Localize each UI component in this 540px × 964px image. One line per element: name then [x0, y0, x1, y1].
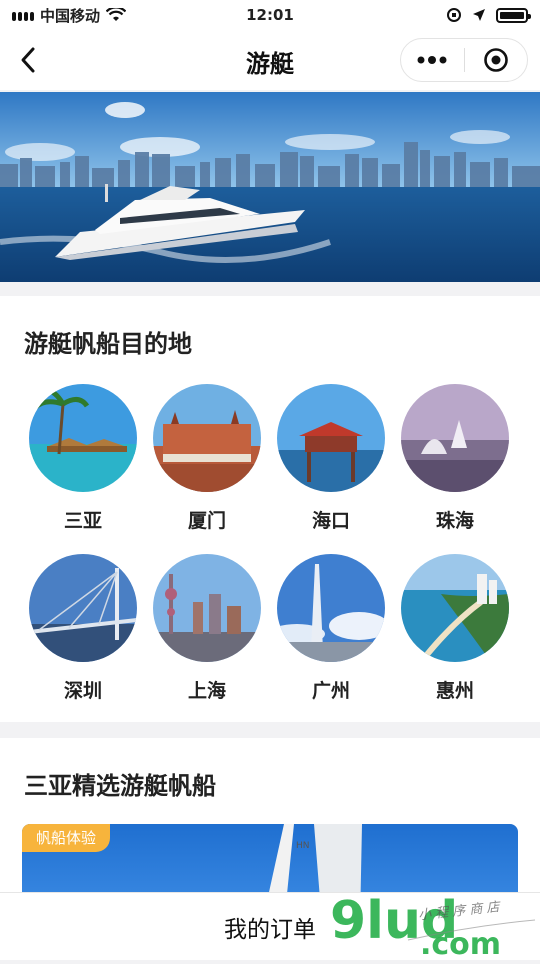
my-orders-label: 我的订单	[224, 916, 316, 943]
mini-program-capsule	[400, 38, 528, 82]
close-mini-program-button[interactable]	[465, 39, 528, 81]
xiamen-thumbnail	[153, 384, 261, 492]
destination-label: 深圳	[63, 680, 102, 702]
destination-label: 海口	[311, 510, 350, 532]
destination-huizhou[interactable]: 惠州	[400, 554, 510, 703]
destination-label: 厦门	[187, 510, 226, 532]
destination-sanya[interactable]: 三亚	[28, 384, 138, 533]
target-circle-icon	[483, 48, 508, 72]
destination-guangzhou[interactable]: 广州	[276, 554, 386, 703]
destination-zhuhai[interactable]: 珠海	[400, 384, 510, 533]
destination-xiamen[interactable]: 厦门	[152, 384, 262, 533]
shenzhen-thumbnail	[29, 554, 137, 662]
more-dots-icon	[417, 56, 447, 64]
destinations-section: 游艇帆船目的地 三亚 厦门 海口 珠海 深圳 上海 广州 惠州	[0, 296, 540, 722]
destination-shanghai[interactable]: 上海	[152, 554, 262, 703]
featured-section-title: 三亚精选游艇帆船	[24, 772, 216, 800]
shanghai-thumbnail	[153, 554, 261, 662]
destination-label: 三亚	[63, 510, 102, 532]
destination-shenzhen[interactable]: 深圳	[28, 554, 138, 703]
hero-banner[interactable]	[0, 92, 540, 282]
destination-label: 上海	[187, 680, 226, 702]
status-time: 12:01	[246, 6, 294, 24]
more-button[interactable]	[401, 39, 464, 81]
yacht-banner-image	[0, 92, 540, 282]
svg-text:HN: HN	[296, 841, 310, 851]
my-orders-button[interactable]: 我的订单	[0, 892, 540, 960]
destinations-section-title: 游艇帆船目的地	[24, 330, 192, 358]
sanya-thumbnail	[29, 384, 137, 492]
category-badge: 帆船体验	[22, 824, 111, 852]
zhuhai-thumbnail	[401, 384, 509, 492]
destination-label: 珠海	[435, 510, 474, 532]
haikou-thumbnail	[277, 384, 385, 492]
guangzhou-thumbnail	[277, 554, 385, 662]
featured-section: 三亚精选游艇帆船 HN 帆船体验	[0, 738, 540, 924]
destination-label: 广州	[311, 680, 350, 702]
huizhou-thumbnail	[401, 554, 509, 662]
battery-icon	[496, 7, 531, 23]
navigation-bar: 游艇	[0, 30, 540, 90]
status-bar: 中国移动 12:01	[0, 0, 540, 30]
destination-label: 惠州	[435, 680, 474, 702]
destination-haikou[interactable]: 海口	[276, 384, 386, 533]
